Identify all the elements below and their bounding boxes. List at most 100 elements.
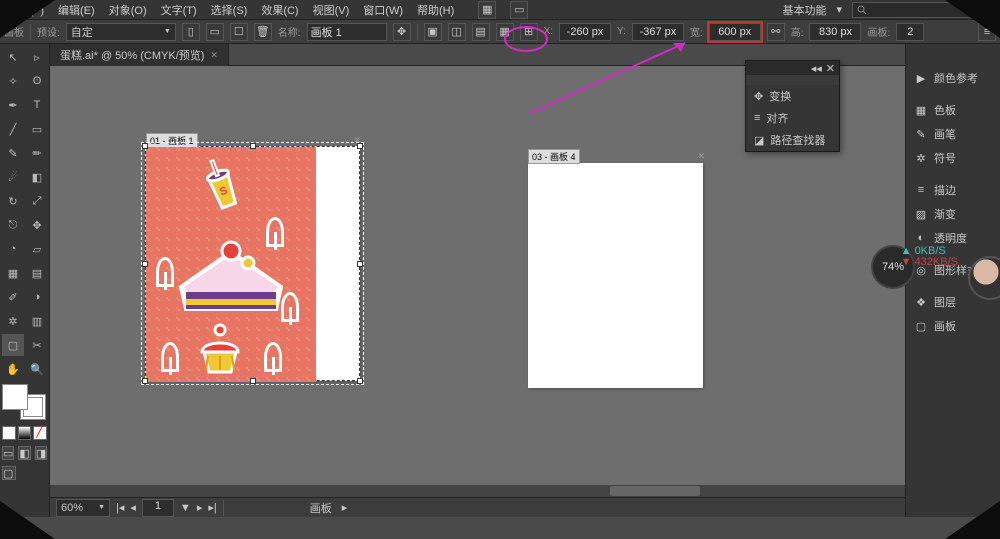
nav-first-icon[interactable]: |◂: [116, 501, 124, 514]
rotate-tool[interactable]: ↻: [2, 190, 24, 212]
link-wh-icon[interactable]: ⚯: [767, 23, 785, 41]
resize-handle[interactable]: [357, 261, 363, 267]
resize-handle[interactable]: [142, 261, 148, 267]
panel-item-pathfinder[interactable]: ◪路径查找器: [746, 129, 839, 151]
artboard-1[interactable]: 01 - 画板 1 ✕ S: [145, 146, 360, 381]
resize-handle[interactable]: [357, 143, 363, 149]
mesh-tool[interactable]: ▦: [2, 262, 24, 284]
line-tool[interactable]: ╱: [2, 118, 24, 140]
panel-symbols[interactable]: ✲符号: [906, 146, 1000, 170]
width-input[interactable]: [709, 23, 761, 41]
nav-prev-icon[interactable]: ◂: [130, 501, 136, 514]
selection-tool[interactable]: ↖: [2, 46, 24, 68]
free-transform-tool[interactable]: ✥: [26, 214, 48, 236]
panel-header[interactable]: ◂◂ ✕: [746, 61, 839, 75]
menu-window[interactable]: 窗口(W): [363, 2, 403, 18]
document-tab[interactable]: 蛋糕.ai* @ 50% (CMYK/预览) ✕: [50, 44, 229, 66]
resize-handle[interactable]: [250, 378, 256, 384]
slice-tool[interactable]: ✂: [26, 334, 48, 356]
workspace-switcher[interactable]: 基本功能: [782, 2, 826, 18]
symbol-sprayer-tool[interactable]: ✲: [2, 310, 24, 332]
panel-color-guide[interactable]: ▶颜色参考: [906, 66, 1000, 90]
new-artboard-icon[interactable]: ☐: [230, 23, 248, 41]
color-mode-icon[interactable]: [2, 426, 16, 440]
bridge-icon[interactable]: ▦: [478, 1, 496, 19]
opt1-icon[interactable]: ▣: [424, 23, 442, 41]
paintbrush-tool[interactable]: ✎: [2, 142, 24, 164]
artboard-2-close-icon[interactable]: ✕: [697, 151, 705, 162]
blob-brush-tool[interactable]: ☄: [2, 166, 24, 188]
opt3-icon[interactable]: ▤: [472, 23, 490, 41]
gradient-tool[interactable]: ▤: [26, 262, 48, 284]
type-tool[interactable]: T: [26, 94, 48, 116]
gradient-mode-icon[interactable]: [18, 426, 32, 440]
y-input[interactable]: [632, 23, 684, 41]
fill-stroke-swatch[interactable]: [2, 384, 46, 420]
none-mode-icon[interactable]: ╱: [33, 426, 47, 440]
artboard-name-input[interactable]: [307, 23, 387, 41]
pencil-tool[interactable]: ✏: [26, 142, 48, 164]
menu-effect[interactable]: 效果(C): [261, 2, 298, 18]
artboard-tool[interactable]: ▢: [2, 334, 24, 356]
move-with-artboard-icon[interactable]: ✥: [393, 23, 411, 41]
nav-last-icon[interactable]: ▸|: [208, 501, 216, 514]
height-input[interactable]: [809, 23, 861, 41]
opt2-icon[interactable]: ◫: [448, 23, 466, 41]
eyedropper-tool[interactable]: ✐: [2, 286, 24, 308]
shape-builder-tool[interactable]: ◔: [2, 238, 24, 260]
collapse-icon[interactable]: ◂◂: [811, 62, 822, 75]
nav-next-icon[interactable]: ▸: [197, 501, 203, 514]
artboard-count[interactable]: [896, 23, 924, 41]
preset-dropdown[interactable]: 自定▼: [66, 23, 176, 41]
reference-point-icon[interactable]: ▦: [496, 23, 514, 41]
ref9-icon[interactable]: ⊞: [520, 23, 538, 41]
transform-panel[interactable]: ◂◂ ✕ ✥变换 ≡对齐 ◪路径查找器: [745, 60, 840, 152]
width-tool[interactable]: ⎋: [2, 214, 24, 236]
hand-tool[interactable]: ✋: [2, 358, 24, 380]
close-icon[interactable]: ✕: [826, 62, 835, 75]
panel-swatches[interactable]: ▦色板: [906, 98, 1000, 122]
delete-artboard-icon[interactable]: 🗑: [254, 23, 272, 41]
x-input[interactable]: [559, 23, 611, 41]
resize-handle[interactable]: [357, 378, 363, 384]
graph-tool[interactable]: ▥: [26, 310, 48, 332]
status-panel-label[interactable]: 画板: [310, 500, 332, 516]
panel-item-transform[interactable]: ✥变换: [746, 85, 839, 107]
perspective-tool[interactable]: ▱: [26, 238, 48, 260]
resize-handle[interactable]: [142, 143, 148, 149]
eraser-tool[interactable]: ◧: [26, 166, 48, 188]
pen-tool[interactable]: ✒: [2, 94, 24, 116]
zoom-dropdown[interactable]: 60%▼: [56, 499, 110, 517]
panel-stroke[interactable]: ≡描边: [906, 178, 1000, 202]
menu-type[interactable]: 文字(T): [161, 2, 197, 18]
resize-handle[interactable]: [250, 143, 256, 149]
resize-handle[interactable]: [142, 378, 148, 384]
panel-brushes[interactable]: ✎画笔: [906, 122, 1000, 146]
panel-item-align[interactable]: ≡对齐: [746, 107, 839, 129]
panel-gradient[interactable]: ▨渐变: [906, 202, 1000, 226]
orient-portrait-icon[interactable]: ▯: [182, 23, 200, 41]
rectangle-tool[interactable]: ▭: [26, 118, 48, 140]
menu-edit[interactable]: 编辑(E): [58, 2, 95, 18]
menu-view[interactable]: 视图(V): [313, 2, 350, 18]
magic-wand-tool[interactable]: ✧: [2, 70, 24, 92]
draw-behind-icon[interactable]: ◧: [18, 446, 30, 460]
panel-artboards[interactable]: ▢画板: [906, 314, 1000, 338]
artboard-2[interactable]: 03 - 画板 4 ✕: [528, 163, 703, 388]
zoom-tool[interactable]: 🔍: [26, 358, 48, 380]
draw-inside-icon[interactable]: ◨: [35, 446, 47, 460]
scale-tool[interactable]: ⤢: [26, 190, 48, 212]
blend-tool[interactable]: ◑: [26, 286, 48, 308]
orient-landscape-icon[interactable]: ▭: [206, 23, 224, 41]
close-tab-icon[interactable]: ✕: [210, 50, 218, 61]
menu-select[interactable]: 选择(S): [211, 2, 248, 18]
direct-selection-tool[interactable]: ▹: [26, 46, 48, 68]
arrange-icon[interactable]: ▭: [510, 1, 528, 19]
menu-help[interactable]: 帮助(H): [417, 2, 454, 18]
screen-mode-icon[interactable]: ▢: [2, 466, 16, 480]
horizontal-scrollbar[interactable]: [50, 485, 905, 497]
draw-normal-icon[interactable]: ▭: [2, 446, 14, 460]
artboard-nav-input[interactable]: 1: [142, 499, 174, 517]
lasso-tool[interactable]: ʘ: [26, 70, 48, 92]
menu-object[interactable]: 对象(O): [109, 2, 147, 18]
